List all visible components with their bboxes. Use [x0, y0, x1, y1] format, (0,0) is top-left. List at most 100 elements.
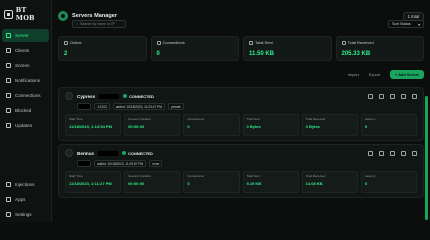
scrollbar[interactable] — [425, 96, 428, 220]
server-metrics: Start Time 11/18/2023, 1:11:27 PM Session… — [65, 171, 417, 193]
sort-select[interactable]: Sort Status ▾ — [388, 20, 424, 28]
search-input[interactable]: ⌕ Search by name or IP — [72, 20, 126, 28]
tag: added: 10/18/2023, 11:23:47 PM — [112, 103, 165, 110]
server-metrics: Start Time 11/18/2023, 1:13:54 PM Session… — [65, 114, 417, 136]
metric-total-received: Total Received 14.08 KB — [301, 171, 358, 193]
stats-row: Online 2 Connections 0 Total Sent 11.50 KB … — [58, 36, 424, 61]
actions-row: Import Export + Add Server — [58, 69, 424, 79]
sidebar-item-updates[interactable]: Updates — [2, 119, 49, 132]
stat-label: Online — [70, 40, 82, 45]
sort-value: Sort Status — [392, 22, 411, 26]
import-button[interactable]: Import — [348, 72, 359, 77]
brand: BT MOB — [0, 4, 51, 28]
sidebar-item-server[interactable]: Server — [2, 29, 49, 42]
delete-icon[interactable] — [412, 150, 417, 156]
status-dot-icon — [122, 151, 127, 155]
metric-total-sent: Total Sent 5.19 KB — [242, 171, 299, 193]
server-card: Cypress CONNECTED :13103 added: 10/18/20… — [58, 87, 424, 141]
sidebar-item-settings[interactable]: Settings — [2, 208, 49, 221]
link-icon — [6, 93, 11, 98]
server-card: Bermus CONNECTED added: 10/18/2023, 11:0… — [58, 144, 424, 198]
avatar — [65, 92, 73, 100]
tag — [77, 160, 91, 167]
sidebar-item-injections[interactable]: Injections — [2, 178, 49, 191]
metric-latency: Latency 0 — [360, 171, 417, 193]
sidebar-item-label: Screen — [15, 63, 30, 68]
stop-icon[interactable] — [379, 93, 384, 99]
settings-icon[interactable] — [390, 150, 395, 156]
stat-label: Total Received — [347, 40, 374, 45]
sidebar-item-label: Blocked — [15, 108, 32, 113]
card-actions — [368, 150, 417, 156]
play-icon[interactable] — [368, 150, 373, 156]
syringe-icon — [6, 182, 11, 187]
server-name: Cypress — [77, 93, 96, 99]
delete-icon[interactable] — [412, 93, 417, 99]
toolbar: ⌕ Search by name or IP Sort Status ▾ — [72, 20, 424, 28]
servers-logo-icon — [58, 11, 68, 21]
add-server-button[interactable]: + Add Server — [390, 69, 424, 79]
server-tags: added: 10/18/2023, 11:09:57 PM none — [77, 160, 417, 167]
sidebar-item-label: Clients — [15, 48, 30, 53]
grid-icon — [6, 197, 11, 202]
status-dot-icon — [123, 94, 128, 98]
sidebar-item-apps[interactable]: Apps — [2, 193, 49, 206]
tag — [77, 103, 91, 110]
stat-total-sent: Total Sent 11.50 KB — [243, 36, 332, 61]
main-content: Servers Manager 1 total ⌕ Search by name… — [52, 0, 430, 222]
edit-icon[interactable] — [401, 150, 406, 156]
tag: :13103 — [94, 103, 110, 110]
stat-value: 205.33 KB — [341, 51, 371, 57]
sidebar-item-label: Connections — [15, 93, 41, 98]
sidebar-item-label: Injections — [15, 182, 35, 187]
stop-icon[interactable] — [379, 150, 384, 156]
brand-logo-icon — [4, 9, 13, 19]
sidebar-item-clients[interactable]: Clients — [2, 44, 49, 57]
metric-session-duration: Session Duration 00:00:00 — [124, 114, 181, 136]
redacted-ip — [98, 150, 119, 156]
search-placeholder: Search by name or IP — [80, 22, 115, 26]
metric-start-time: Start Time 11/18/2023, 1:11:27 PM — [65, 171, 122, 193]
stat-connections: Connections 0 — [150, 36, 239, 61]
block-icon — [6, 108, 11, 113]
card-actions — [368, 93, 417, 99]
server-name: Bermus — [77, 150, 95, 156]
metric-total-received: Total Received 0 Bytes — [301, 114, 358, 136]
sidebar-item-label: Notifications — [15, 78, 41, 83]
metric-session-duration: Session Duration 00:00:00 — [124, 171, 181, 193]
metric-total-sent: Total Sent 0 Bytes — [242, 114, 299, 136]
tag: none — [149, 160, 163, 167]
upload-icon — [249, 40, 253, 45]
sidebar-item-label: Updates — [15, 123, 33, 128]
settings-icon[interactable] — [390, 93, 395, 99]
sidebar-item-label: Apps — [15, 197, 26, 202]
screen-icon — [6, 63, 11, 68]
page-title: Servers Manager — [72, 13, 118, 19]
download-icon — [341, 40, 346, 45]
status-badge: CONNECTED — [123, 94, 154, 99]
users-icon — [6, 48, 11, 53]
sidebar-item-label: Server — [15, 33, 29, 38]
sidebar-item-label: Settings — [15, 212, 32, 217]
export-button[interactable]: Export — [369, 72, 380, 77]
wifi-icon — [64, 40, 68, 45]
server-tags: :13103 added: 10/18/2023, 11:23:47 PM pr… — [77, 103, 417, 110]
metric-connections: Connections 0 — [183, 114, 240, 136]
play-icon[interactable] — [368, 93, 373, 99]
stat-label: Connections — [162, 40, 185, 45]
tag: added: 10/18/2023, 11:09:57 PM — [94, 160, 147, 167]
sidebar-item-screen[interactable]: Screen — [2, 59, 49, 72]
app-window: BT MOB Server Clients Screen Notificatio… — [0, 0, 430, 222]
stat-label: Total Sent — [255, 40, 273, 45]
search-icon: ⌕ — [76, 22, 79, 26]
sidebar-item-notifications[interactable]: Notifications — [2, 74, 49, 87]
stat-online: Online 2 — [58, 36, 147, 61]
sidebar-item-connections[interactable]: Connections — [2, 89, 49, 102]
avatar — [65, 149, 73, 157]
bell-icon — [6, 78, 11, 83]
chevron-down-icon: ▾ — [418, 22, 420, 27]
brand-name: BT MOB — [15, 6, 35, 22]
edit-icon[interactable] — [401, 93, 406, 99]
sidebar-item-blocked[interactable]: Blocked — [2, 104, 49, 117]
link-icon — [156, 40, 161, 45]
